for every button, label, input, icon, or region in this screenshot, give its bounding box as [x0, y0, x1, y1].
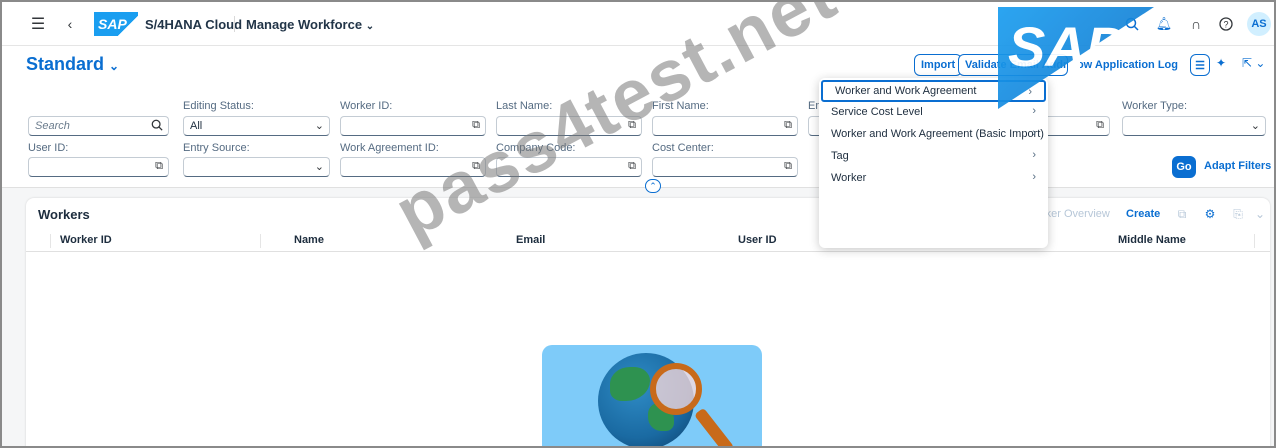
menu-item-worker[interactable]: Worker ›	[819, 167, 1048, 189]
sparkle-icon[interactable]: ✦	[1216, 56, 1226, 70]
value-help-icon[interactable]: ⧉	[628, 119, 636, 132]
shell-divider	[234, 16, 235, 32]
magnifier-icon	[650, 363, 702, 415]
back-icon[interactable]: ‹	[60, 14, 80, 34]
chevron-right-icon: ›	[1032, 149, 1036, 161]
list-view-icon[interactable]: ☰	[1190, 54, 1210, 76]
menu-item-service-cost-level[interactable]: Service Cost Level ›	[819, 101, 1048, 123]
show-log-label: Show Application Log	[1080, 59, 1178, 71]
entry-source-select[interactable]: ⌄	[183, 157, 330, 177]
help-icon[interactable]: ?	[1216, 14, 1236, 34]
first-name-label: First Name:	[652, 100, 709, 112]
entry-source-label: Entry Source:	[183, 142, 250, 154]
magnifier-handle	[694, 407, 735, 446]
app-title-menu[interactable]: Manage Workforce ⌄	[246, 17, 374, 32]
avatar[interactable]: AS	[1247, 12, 1271, 36]
table-header: Worker ID Name Email User ID Middle Name	[26, 230, 1270, 252]
sap-logo[interactable]: SAP	[94, 12, 138, 36]
work-agreement-id-input[interactable]: ⧉	[340, 157, 486, 177]
chevron-right-icon: ›	[1032, 171, 1036, 183]
chevron-down-icon: ⌄	[314, 120, 324, 132]
chevron-down-icon: ⌄	[1250, 120, 1260, 132]
menu-item-label: Tag	[831, 150, 849, 162]
menu-icon[interactable]: ☰	[28, 14, 48, 34]
value-help-icon[interactable]: ⧉	[784, 119, 792, 132]
filter-header: Standard ⌄ Import Validate Email Address…	[2, 46, 1274, 193]
cost-center-input[interactable]: ⧉	[652, 157, 798, 177]
app-title: Manage Workforce	[246, 17, 363, 32]
create-button[interactable]: Create	[1126, 208, 1160, 220]
worker-id-label: Worker ID:	[340, 100, 393, 112]
chevron-down-icon: ⌄	[314, 161, 324, 173]
user-id-label: User ID:	[28, 142, 69, 154]
worker-type-select[interactable]: ⌄	[1122, 116, 1266, 136]
last-name-input[interactable]: ⧉	[496, 116, 642, 136]
value-help-icon[interactable]: ⧉	[1096, 119, 1104, 132]
editing-status-value: All	[190, 120, 203, 132]
work-agreement-id-label: Work Agreement ID:	[340, 142, 439, 154]
svg-text:?: ?	[1223, 20, 1228, 30]
shell-brand-title: S/4HANA Cloud	[145, 17, 243, 32]
app-frame: ☰ ‹ SAP S/4HANA Cloud Manage Workforce ⌄…	[0, 0, 1276, 448]
chevron-down-icon[interactable]: ⌄	[1252, 206, 1268, 222]
company-code-input[interactable]: ⧉	[496, 157, 642, 177]
column-worker-id[interactable]: Worker ID	[60, 234, 112, 246]
value-help-icon[interactable]: ⧉	[784, 160, 792, 173]
editing-status-label: Editing Status:	[183, 100, 254, 112]
variant-title: Standard	[26, 54, 105, 74]
column-email[interactable]: Email	[516, 234, 545, 246]
user-id-input[interactable]: ⧉	[28, 157, 169, 177]
menu-item-label: Worker	[831, 172, 867, 184]
export-icon[interactable]: ⎘	[1230, 206, 1246, 222]
value-help-icon[interactable]: ⧉	[628, 160, 636, 173]
search-input[interactable]: Search	[28, 116, 169, 136]
copy-icon[interactable]: ⧉	[1174, 206, 1190, 222]
search-placeholder: Search	[35, 120, 70, 132]
collapse-header-icon[interactable]: ⌃	[645, 179, 661, 193]
menu-item-label: Worker and Work Agreement (Basic Import)	[831, 128, 1044, 140]
show-application-log-button[interactable]: Show Application Log	[1080, 54, 1184, 76]
cost-center-label: Cost Center:	[652, 142, 714, 154]
column-middle-name[interactable]: Middle Name	[1118, 234, 1186, 246]
chevron-right-icon: ›	[1032, 105, 1036, 117]
menu-item-label: Worker and Work Agreement	[835, 85, 977, 97]
column-user-id[interactable]: User ID	[738, 234, 777, 246]
chevron-right-icon: ›	[1032, 127, 1036, 139]
variant-selector[interactable]: Standard ⌄	[26, 54, 119, 75]
value-help-icon[interactable]: ⧉	[155, 160, 163, 173]
no-data-illustration	[542, 345, 762, 446]
column-divider	[1254, 234, 1255, 248]
worker-type-label: Worker Type:	[1122, 100, 1188, 112]
column-divider	[50, 234, 51, 248]
editing-status-select[interactable]: All ⌄	[183, 116, 330, 136]
adapt-filters-button[interactable]: Adapt Filters	[1204, 160, 1271, 172]
chevron-down-icon: ⌄	[109, 59, 120, 73]
column-name[interactable]: Name	[294, 234, 324, 246]
import-menu: Worker and Work Agreement › Service Cost …	[819, 78, 1048, 248]
go-button[interactable]: Go	[1172, 156, 1196, 178]
last-name-label: Last Name:	[496, 100, 553, 112]
column-divider	[260, 234, 261, 248]
menu-item-worker-and-work-agreement-basic-import[interactable]: Worker and Work Agreement (Basic Import)…	[819, 123, 1048, 145]
gear-icon[interactable]: ⚙	[1202, 206, 1218, 222]
chevron-down-icon: ⌄	[365, 21, 375, 32]
first-name-input[interactable]: ⧉	[652, 116, 798, 136]
worker-id-input[interactable]: ⧉	[340, 116, 486, 136]
menu-item-label: Service Cost Level	[831, 106, 923, 118]
value-help-icon[interactable]: ⧉	[472, 160, 480, 173]
company-code-label: Company Code:	[496, 142, 576, 154]
land-shape	[610, 367, 650, 401]
headset-icon[interactable]: ∩	[1186, 14, 1206, 34]
menu-item-tag[interactable]: Tag ›	[819, 145, 1048, 167]
bell-icon[interactable]: 🔔︎	[1154, 14, 1174, 34]
share-icon[interactable]: ⇱ ⌄	[1242, 56, 1265, 70]
workers-table-card: Workers rker Overview Create ⧉ ⚙ ⎘ ⌄ Wor…	[26, 198, 1270, 446]
import-button[interactable]: Import	[914, 54, 963, 76]
value-help-icon[interactable]: ⧉	[472, 119, 480, 132]
worker-overview-button[interactable]: rker Overview	[1042, 208, 1110, 220]
table-title: Workers	[38, 207, 90, 222]
search-icon	[151, 119, 163, 134]
